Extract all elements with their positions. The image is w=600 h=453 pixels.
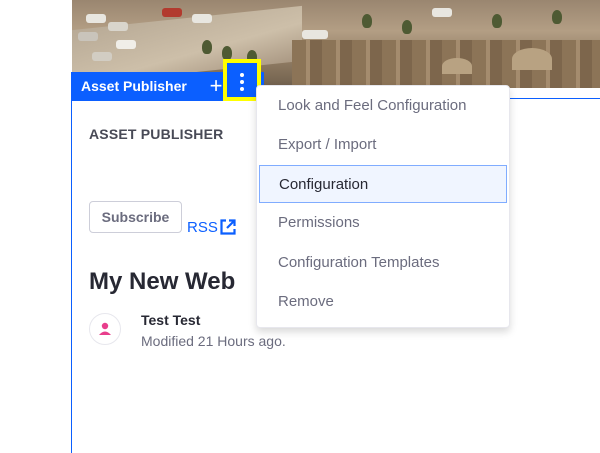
subscribe-button[interactable]: Subscribe	[89, 201, 182, 233]
portlet-border-top	[510, 98, 600, 99]
rss-link[interactable]: RSS	[187, 219, 218, 236]
portlet-heading: ASSET PUBLISHER	[89, 126, 224, 142]
user-icon	[99, 322, 111, 335]
entry-title[interactable]: My New Web	[89, 268, 235, 296]
menu-item-remove[interactable]: Remove	[257, 283, 509, 321]
author-name: Test Test	[141, 312, 201, 328]
menu-item-configuration[interactable]: Configuration	[259, 165, 507, 203]
external-link-icon[interactable]	[220, 219, 236, 235]
menu-item-export-import[interactable]: Export / Import	[257, 126, 509, 164]
modified-date: Modified 21 Hours ago.	[141, 333, 286, 349]
menu-item-permissions[interactable]: Permissions	[257, 204, 509, 242]
portlet-border	[71, 72, 72, 453]
avatar	[89, 313, 121, 345]
menu-item-look-and-feel[interactable]: Look and Feel Configuration	[257, 87, 509, 125]
plus-icon: +	[209, 73, 223, 98]
portlet-options-menu: Look and Feel Configuration Export / Imp…	[256, 85, 510, 328]
menu-item-configuration-templates[interactable]: Configuration Templates	[257, 244, 509, 282]
portlet-topper-title: Asset Publisher	[81, 78, 187, 94]
